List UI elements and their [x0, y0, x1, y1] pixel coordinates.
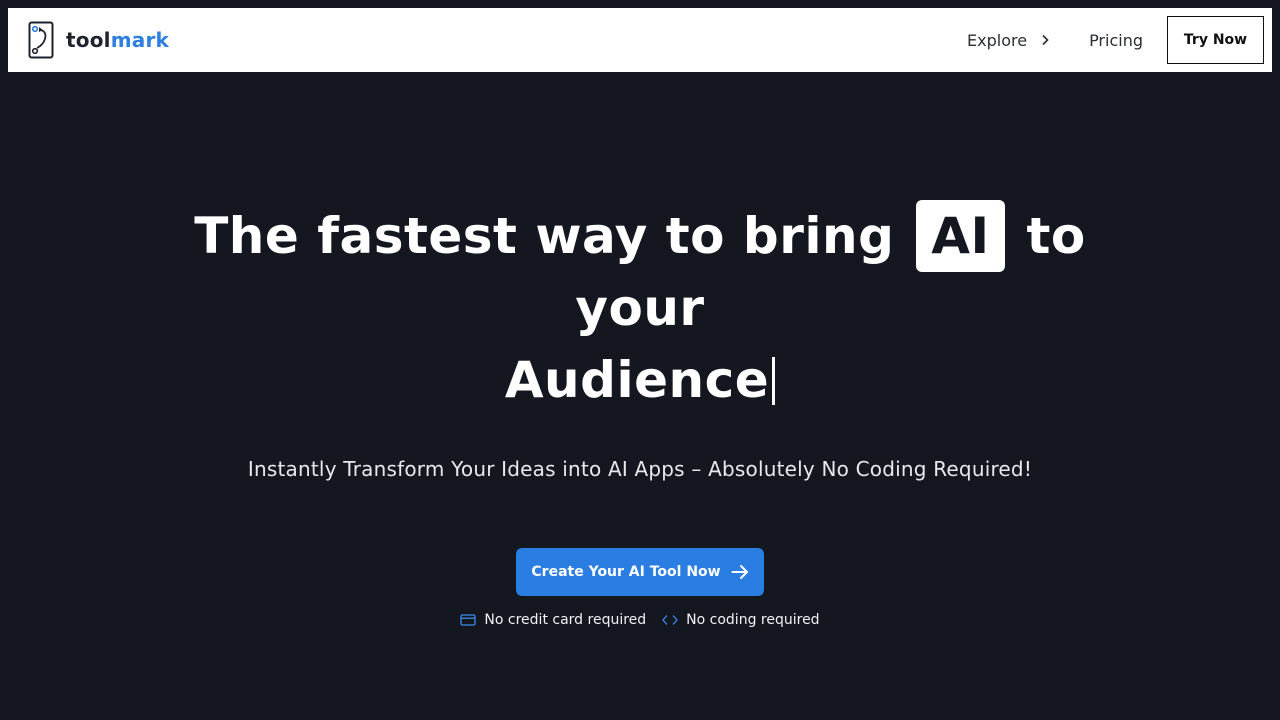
badge-no-coding-label: No coding required — [686, 612, 820, 628]
brand-name: toolmark — [66, 28, 169, 52]
create-ai-tool-button[interactable]: Create Your AI Tool Now — [516, 548, 764, 596]
brand-name-part1: tool — [66, 28, 111, 52]
code-icon — [662, 614, 679, 626]
ai-highlight-chip: AI — [916, 200, 1005, 272]
badge-no-credit-card: No credit card required — [460, 612, 646, 628]
top-navbar: toolmark Explore Pricing Try Now — [8, 8, 1272, 72]
create-ai-tool-label: Create Your AI Tool Now — [531, 564, 721, 580]
hero-title-line1: The fastest way to bring — [194, 207, 895, 265]
chevron-right-icon — [1041, 34, 1049, 46]
arrow-right-icon — [731, 564, 749, 580]
nav-explore-label: Explore — [967, 30, 1028, 50]
hero-title-line1-end: to — [1026, 207, 1086, 265]
brand-name-part2: mark — [110, 28, 170, 52]
credit-card-icon — [460, 614, 477, 626]
hero-title-line2: your — [575, 279, 705, 337]
hero-title-line3: Audience — [504, 351, 770, 409]
hero-section: The fastest way to bring AI to your Audi… — [0, 200, 1280, 416]
nav-links: Explore Pricing Try Now — [967, 8, 1264, 72]
hero-badges: No credit card required No coding requir… — [0, 612, 1280, 628]
typing-caret — [772, 357, 776, 405]
badge-no-coding: No coding required — [662, 612, 820, 628]
hero-subtitle: Instantly Transform Your Ideas into AI A… — [247, 457, 1033, 481]
badge-no-credit-card-label: No credit card required — [484, 612, 647, 628]
nav-pricing[interactable]: Pricing — [1089, 31, 1143, 50]
try-now-button[interactable]: Try Now — [1167, 16, 1264, 64]
hero-title: The fastest way to bring AI to your Audi… — [0, 200, 1280, 416]
nav-explore[interactable]: Explore — [967, 31, 1049, 50]
brand-link[interactable]: toolmark — [28, 21, 169, 59]
toolmark-logo-icon — [28, 21, 54, 59]
